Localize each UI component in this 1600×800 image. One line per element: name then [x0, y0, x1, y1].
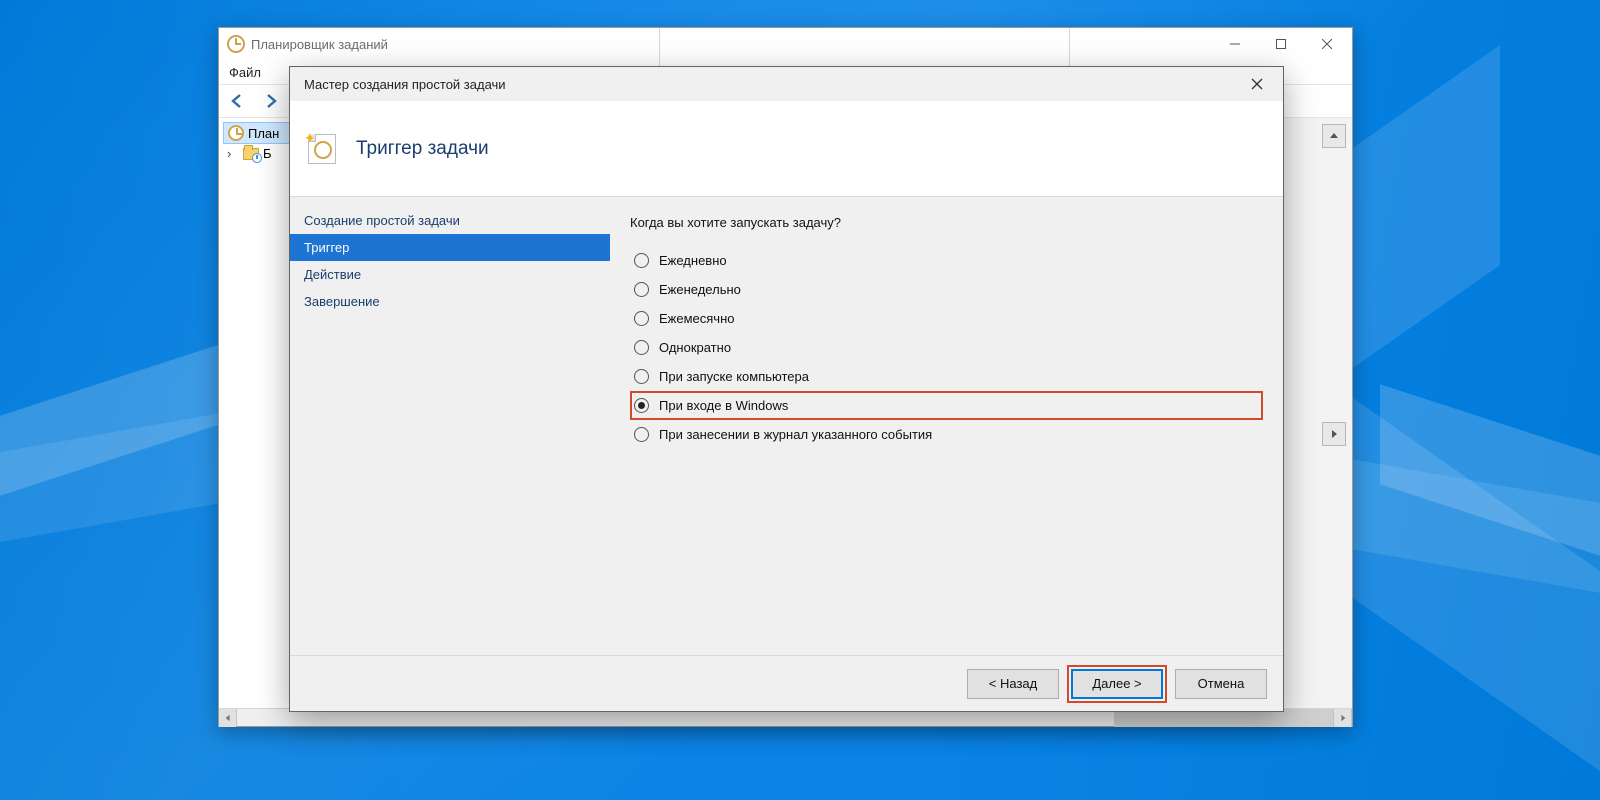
radio-icon [634, 311, 649, 326]
next-button[interactable]: Далее > [1071, 669, 1163, 699]
option-on-event-label: При занесении в журнал указанного событи… [659, 427, 932, 442]
close-button[interactable] [1304, 29, 1350, 59]
radio-icon [634, 253, 649, 268]
option-on-event[interactable]: При занесении в журнал указанного событи… [630, 420, 1263, 449]
option-weekly[interactable]: Еженедельно [630, 275, 1263, 304]
wizard-page-icon: ✦ [304, 130, 342, 168]
tree-library-label: Б [263, 146, 272, 161]
back-button[interactable]: < Назад [967, 669, 1059, 699]
back-button-label: < Назад [989, 676, 1037, 691]
option-weekly-label: Еженедельно [659, 282, 741, 297]
radio-icon [634, 398, 649, 413]
step-action[interactable]: Действие [290, 261, 610, 288]
scroll-right-button[interactable] [1334, 709, 1352, 727]
nav-forward-button[interactable] [257, 88, 283, 114]
option-at-startup[interactable]: При запуске компьютера [630, 362, 1263, 391]
next-button-label: Далее > [1092, 676, 1141, 691]
tree-expander-icon[interactable]: › [227, 146, 239, 161]
option-once[interactable]: Однократно [630, 333, 1263, 362]
option-once-label: Однократно [659, 340, 731, 355]
task-scheduler-icon [228, 125, 244, 141]
menu-file[interactable]: Файл [229, 65, 261, 80]
wizard-footer: < Назад Далее > Отмена [290, 655, 1283, 711]
step-finish[interactable]: Завершение [290, 288, 610, 315]
maximize-button[interactable] [1258, 29, 1304, 59]
option-at-startup-label: При запуске компьютера [659, 369, 809, 384]
option-daily-label: Ежедневно [659, 253, 727, 268]
option-monthly-label: Ежемесячно [659, 311, 735, 326]
trigger-prompt: Когда вы хотите запускать задачу? [630, 215, 1263, 230]
wizard-header: ✦ Триггер задачи [290, 101, 1283, 197]
cancel-button[interactable]: Отмена [1175, 669, 1267, 699]
scroll-right-button[interactable] [1322, 422, 1346, 446]
window-title: Планировщик заданий [251, 37, 1212, 52]
tree-root-label: План [248, 126, 279, 141]
cancel-button-label: Отмена [1198, 676, 1245, 691]
radio-icon [634, 282, 649, 297]
scroll-left-button[interactable] [219, 709, 237, 727]
option-daily[interactable]: Ежедневно [630, 246, 1263, 275]
option-monthly[interactable]: Ежемесячно [630, 304, 1263, 333]
trigger-options-panel: Когда вы хотите запускать задачу? Ежедне… [610, 197, 1283, 655]
wizard-body: Создание простой задачи Триггер Действие… [290, 197, 1283, 655]
wizard-header-title: Триггер задачи [356, 138, 489, 160]
radio-icon [634, 427, 649, 442]
close-icon[interactable] [1237, 70, 1277, 98]
option-at-logon[interactable]: При входе в Windows [630, 391, 1263, 420]
radio-icon [634, 340, 649, 355]
titlebar[interactable]: Планировщик заданий [219, 28, 1352, 60]
radio-icon [634, 369, 649, 384]
step-trigger[interactable]: Триггер [290, 234, 610, 261]
nav-back-button[interactable] [225, 88, 251, 114]
minimize-button[interactable] [1212, 29, 1258, 59]
wizard-titlebar[interactable]: Мастер создания простой задачи [290, 67, 1283, 101]
create-basic-task-wizard: Мастер создания простой задачи ✦ Триггер… [289, 66, 1284, 712]
wizard-steps-list: Создание простой задачи Триггер Действие… [290, 197, 610, 655]
wizard-title-text: Мастер создания простой задачи [304, 77, 1237, 92]
folder-icon [243, 148, 259, 160]
option-at-logon-label: При входе в Windows [659, 398, 788, 413]
step-create-task[interactable]: Создание простой задачи [290, 207, 610, 234]
task-scheduler-icon [227, 35, 245, 53]
scroll-up-button[interactable] [1322, 124, 1346, 148]
